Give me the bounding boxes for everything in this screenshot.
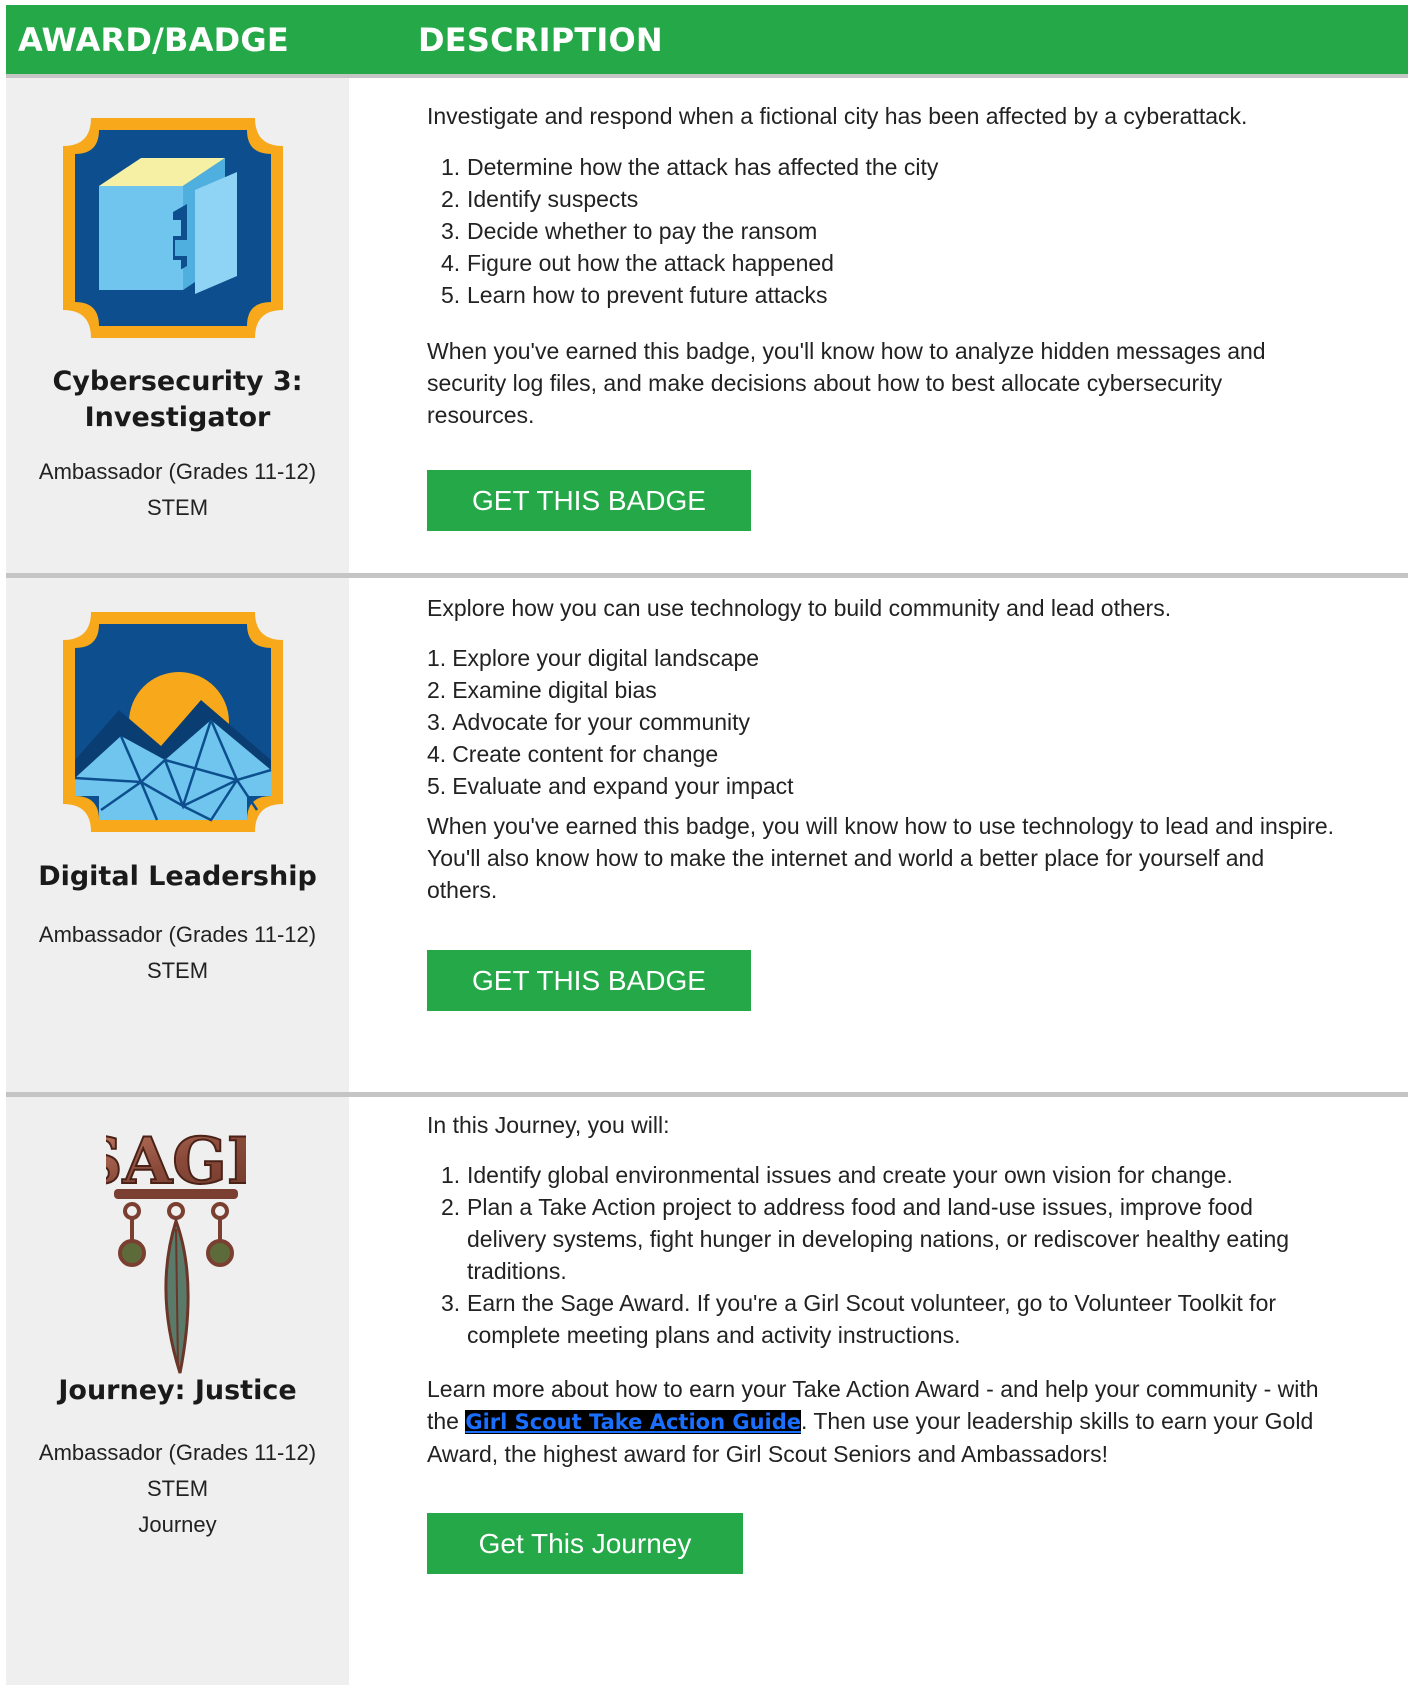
table-row: Cybersecurity 3: Investigator Ambassador… xyxy=(6,78,1408,578)
step-text: Figure out how the attack happened xyxy=(467,250,834,276)
list-item: 4. Figure out how the attack happened xyxy=(441,250,834,276)
grade-level: Ambassador (Grades 11-12) xyxy=(38,459,317,484)
award-cell: Digital Leadership Ambassador (Grades 11… xyxy=(6,578,349,1092)
step-list: 1. Explore your digital landscape 2. Exami… xyxy=(427,642,1388,802)
take-action-guide-link[interactable]: Girl Scout Take Action Guide xyxy=(465,1410,802,1434)
badge-name: Journey: Justice xyxy=(58,1375,297,1406)
outro-line: the Girl Scout Take Action Guide. Then u… xyxy=(427,1405,1388,1438)
header-description: DESCRIPTION xyxy=(418,21,663,59)
step-text: Evaluate and expand your impact xyxy=(452,773,794,799)
outro-line: You'll also know how to make the interne… xyxy=(427,845,1265,871)
journey-outro: Learn more about how to earn your Take A… xyxy=(427,1373,1388,1470)
outro-line: Award, the highest award for Girl Scout … xyxy=(427,1441,1108,1467)
list-item: 2. Examine digital bias xyxy=(427,677,657,703)
step-list: 1. Determine how the attack has affected … xyxy=(427,151,1388,311)
step-text: Learn how to prevent future attacks xyxy=(467,282,828,308)
step-text: Plan a Take Action project to address fo… xyxy=(467,1194,1253,1220)
pin-lettering: SAGE xyxy=(106,1124,246,1199)
badge-name-line: Cybersecurity 3: xyxy=(52,366,303,397)
outro-line: security log files, and make decisions a… xyxy=(427,370,1223,396)
category-tag: STEM xyxy=(146,495,209,520)
award-cell: Cybersecurity 3: Investigator Ambassador… xyxy=(6,78,349,573)
outro-text: . Then use your leadership skills to ear… xyxy=(801,1408,1314,1434)
badge-meta: Ambassador (Grades 11-12) STEM xyxy=(6,454,349,526)
step-text: Earn the Sage Award. If you're a Girl Sc… xyxy=(467,1290,1277,1316)
journey-intro: In this Journey, you will: xyxy=(427,1112,670,1138)
badge-meta: Ambassador (Grades 11-12) STEM xyxy=(6,917,349,989)
category-tag: STEM xyxy=(146,1476,209,1501)
list-item: 1. Explore your digital landscape xyxy=(427,645,760,671)
badge-outro: When you've earned this badge, you'll kn… xyxy=(427,335,1388,431)
badge-outro: When you've earned this badge, you will … xyxy=(427,810,1388,906)
type-tag: Journey xyxy=(138,1512,217,1537)
outro-line: Learn more about how to earn your Take A… xyxy=(427,1376,1319,1402)
table-row: Digital Leadership Ambassador (Grades 11… xyxy=(6,578,1408,1097)
badge-meta: Ambassador (Grades 11-12) STEM Journey xyxy=(6,1435,349,1543)
grade-level: Ambassador (Grades 11-12) xyxy=(38,922,317,947)
list-item: 3. Earn the Sage Award. If you're a Girl … xyxy=(441,1290,1277,1348)
outro-line: When you've earned this badge, you will … xyxy=(427,813,1335,839)
step-text: Identify suspects xyxy=(467,186,639,212)
step-text: Create content for change xyxy=(452,741,719,767)
badge-name: Digital Leadership xyxy=(38,861,317,892)
step-text: traditions. xyxy=(467,1258,567,1284)
get-badge-button[interactable]: GET THIS BADGE xyxy=(427,470,751,531)
list-item: 3. Decide whether to pay the ransom xyxy=(441,218,818,244)
step-text: Examine digital bias xyxy=(452,677,657,703)
step-text: complete meeting plans and activity inst… xyxy=(467,1322,961,1348)
table-row: SAGE Journey: Justice Ambassador (Grades… xyxy=(6,1097,1408,1685)
cybersecurity-badge-icon xyxy=(63,118,283,338)
list-item: 4. Create content for change xyxy=(427,741,719,767)
step-text: Identify global environmental issues and… xyxy=(467,1162,1233,1188)
badge-intro: Investigate and respond when a fictional… xyxy=(427,103,1248,129)
badge-name-line: Investigator xyxy=(84,402,271,433)
table-header: AWARD/BADGE DESCRIPTION xyxy=(6,5,1408,78)
outro-line: others. xyxy=(427,877,498,903)
list-item: 2. Identify suspects xyxy=(441,186,639,212)
outro-line: When you've earned this badge, you'll kn… xyxy=(427,338,1266,364)
step-text: Decide whether to pay the ransom xyxy=(467,218,818,244)
badge-table: AWARD/BADGE DESCRIPTION Cybersecurity 3:… xyxy=(6,5,1408,1685)
header-award-badge: AWARD/BADGE xyxy=(18,21,289,59)
list-item: 1. Determine how the attack has affected … xyxy=(441,154,939,180)
step-text: delivery systems, fight hunger in develo… xyxy=(467,1226,1290,1252)
step-list: 1. Identify global environmental issues a… xyxy=(427,1159,1388,1351)
list-item: 2. Plan a Take Action project to address … xyxy=(441,1194,1290,1284)
badge-name: Cybersecurity 3: Investigator xyxy=(6,364,349,436)
step-text: Determine how the attack has affected th… xyxy=(467,154,939,180)
outro-text: the xyxy=(427,1408,466,1434)
get-journey-button[interactable]: Get This Journey xyxy=(427,1513,743,1574)
get-badge-button[interactable]: GET THIS BADGE xyxy=(427,950,751,1011)
outro-line: resources. xyxy=(427,402,535,428)
list-item: 1. Identify global environmental issues a… xyxy=(441,1162,1233,1188)
award-cell: SAGE Journey: Justice Ambassador (Grades… xyxy=(6,1097,349,1685)
step-text: Explore your digital landscape xyxy=(452,645,760,671)
badge-intro: Explore how you can use technology to bu… xyxy=(427,595,1172,621)
digital-leadership-badge-icon xyxy=(63,612,283,832)
sage-award-pin-icon: SAGE xyxy=(106,1123,246,1374)
category-tag: STEM xyxy=(146,958,209,983)
step-text: Advocate for your community xyxy=(452,709,751,735)
grade-level: Ambassador (Grades 11-12) xyxy=(38,1440,317,1465)
list-item: 3. Advocate for your community xyxy=(427,709,751,735)
list-item: 5. Learn how to prevent future attacks xyxy=(441,282,828,308)
list-item: 5. Evaluate and expand your impact xyxy=(427,773,794,799)
